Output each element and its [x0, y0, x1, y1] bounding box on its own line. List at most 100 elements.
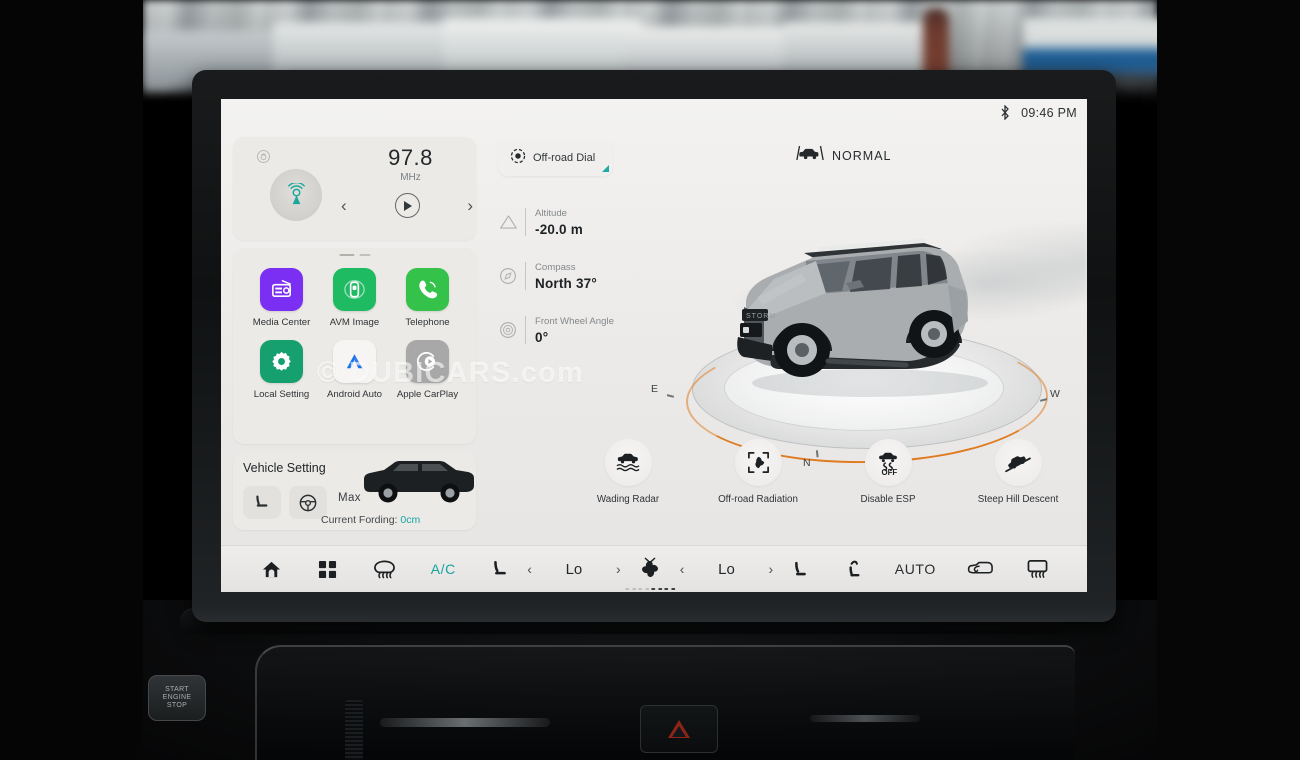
drive-mode-label: NORMAL	[832, 148, 892, 163]
photo-scene: START ENGINE STOP 09:46 PM 97.8 MHz ‹ › …	[0, 0, 1300, 760]
temp-right-value: Lo	[718, 560, 735, 578]
air-recirculate-icon[interactable]	[951, 561, 1010, 578]
resize-corner-icon[interactable]	[602, 165, 609, 172]
temp-left-control[interactable]: ‹ Lo ›	[527, 561, 620, 578]
svg-text:STORM: STORM	[746, 313, 776, 320]
radio-play-button[interactable]	[394, 193, 420, 218]
offroad-radiation-icon	[734, 439, 782, 486]
offroad-function-buttons: Wading Radar Off-road Radiation OFF Disa…	[573, 439, 1073, 505]
app-grid: Media Center AVM Image Telephone Local S…	[233, 264, 476, 400]
offroad-dial-label: Off-road Dial	[533, 152, 596, 164]
app-label: Local Setting	[253, 389, 310, 400]
surround-view-icon	[333, 268, 376, 311]
radio-tower-icon[interactable]	[270, 169, 322, 221]
rear-defrost-icon[interactable]	[1010, 559, 1065, 579]
right-crop-bar	[1157, 0, 1300, 760]
info-label: Front Wheel Angle	[535, 315, 614, 327]
app-label: Android Auto	[327, 389, 382, 400]
function-label: Steep Hill Descent	[977, 494, 1059, 505]
seat-left-icon[interactable]	[474, 560, 527, 579]
hazard-triangle-icon	[668, 720, 690, 738]
seat-heat-icon[interactable]	[773, 560, 826, 579]
dashboard-chrome-strip-2	[810, 715, 920, 722]
radio-frequency-value: 97.8	[388, 145, 433, 170]
function-label: Off-road Radiation	[718, 494, 798, 505]
temp-left-value: Lo	[565, 560, 583, 578]
radio-widget[interactable]: 97.8 MHz ‹ ›	[233, 137, 476, 240]
compass-west-label: W	[1050, 388, 1060, 400]
fan-icon[interactable]	[621, 557, 680, 590]
infotainment-screen: 09:46 PM 97.8 MHz ‹ › Media Center AVM I…	[221, 99, 1087, 592]
function-offroad-radiation[interactable]: Off-road Radiation	[703, 439, 813, 505]
status-bar: 09:46 PM	[999, 105, 1077, 120]
offroad-dial-button[interactable]: Off-road Dial	[498, 140, 613, 176]
carplay-icon	[406, 340, 449, 383]
function-disable-esp[interactable]: OFF Disable ESP	[833, 439, 943, 505]
drive-mode-indicator[interactable]: NORMAL	[796, 144, 891, 167]
app-media-center[interactable]: Media Center	[245, 268, 318, 328]
android-auto-icon	[333, 340, 376, 383]
left-column: 97.8 MHz ‹ › Media Center AVM Image Tele…	[233, 137, 476, 530]
compass-icon	[493, 267, 523, 285]
esp-off-icon: OFF	[864, 439, 912, 486]
radio-frequency: 97.8 MHz	[353, 145, 468, 183]
phone-icon	[406, 268, 449, 311]
auto-label: AUTO	[894, 561, 936, 577]
status-clock: 09:46 PM	[1021, 105, 1077, 120]
start-stop-button[interactable]: START ENGINE STOP	[148, 675, 206, 721]
current-fording-row: Current Fording: 0cm	[321, 514, 420, 526]
bluetooth-icon	[999, 105, 1011, 120]
radio-source-mini-icon	[256, 149, 271, 164]
ac-label: A/C	[430, 561, 456, 577]
radio-controls: ‹ ›	[341, 193, 473, 218]
radio-frequency-unit: MHz	[400, 172, 421, 183]
svg-text:OFF: OFF	[882, 468, 898, 476]
front-defrost-icon[interactable]	[356, 559, 413, 580]
air-vent	[345, 700, 363, 760]
start-stop-label: START ENGINE STOP	[162, 685, 192, 710]
app-apple-carplay[interactable]: Apple CarPlay	[391, 340, 464, 400]
temp-right-control[interactable]: ‹ Lo ›	[680, 561, 773, 578]
grid-apps-icon[interactable]	[300, 560, 355, 579]
hazard-button[interactable]	[640, 705, 718, 753]
dial-icon	[510, 148, 526, 169]
vehicle-setting-panel[interactable]: Vehicle Setting Max Current Fording: 0cm	[233, 452, 476, 530]
auto-button[interactable]: AUTO	[880, 561, 951, 577]
function-label: Disable ESP	[860, 494, 916, 505]
gear-icon	[260, 340, 303, 383]
app-avm-image[interactable]: AVM Image	[318, 268, 391, 328]
current-fording-label: Current Fording:	[321, 514, 398, 526]
app-telephone[interactable]: Telephone	[391, 268, 464, 328]
dashboard-chrome-strip	[380, 718, 550, 727]
app-android-auto[interactable]: Android Auto	[318, 340, 391, 400]
vehicle-side-illustration	[364, 461, 474, 503]
function-steep-hill-descent[interactable]: Steep Hill Descent	[963, 439, 1073, 505]
fan-level-indicator	[625, 587, 675, 590]
temp-right-decrease[interactable]: ‹	[680, 561, 685, 577]
ac-button[interactable]: A/C	[413, 561, 474, 577]
seat-icon[interactable]	[243, 486, 281, 519]
drive-mode-car-icon	[796, 144, 824, 167]
compass-east-label: E	[651, 383, 659, 395]
app-label: Telephone	[405, 317, 450, 328]
info-value: 0°	[535, 329, 549, 345]
seat-vent-icon[interactable]	[827, 559, 880, 579]
function-label: Wading Radar	[596, 494, 660, 505]
info-label: Altitude	[535, 207, 567, 219]
home-icon[interactable]	[243, 559, 300, 580]
function-wading-radar[interactable]: Wading Radar	[573, 439, 683, 505]
temp-left-decrease[interactable]: ‹	[527, 561, 532, 577]
radio-prev-button[interactable]: ‹	[341, 197, 347, 214]
vehicle-setting-buttons	[243, 486, 327, 519]
app-label: Media Center	[252, 317, 311, 328]
panel-drag-handle[interactable]	[339, 254, 370, 256]
app-label: Apple CarPlay	[396, 389, 459, 400]
info-value: North 37°	[535, 275, 597, 291]
info-label: Compass	[535, 261, 576, 273]
radio-media-icon	[260, 268, 303, 311]
wheel-angle-icon	[493, 321, 523, 339]
current-fording-value: 0cm	[400, 514, 421, 526]
radio-next-button[interactable]: ›	[467, 197, 473, 214]
app-local-setting[interactable]: Local Setting	[245, 340, 318, 400]
play-icon	[404, 200, 412, 211]
